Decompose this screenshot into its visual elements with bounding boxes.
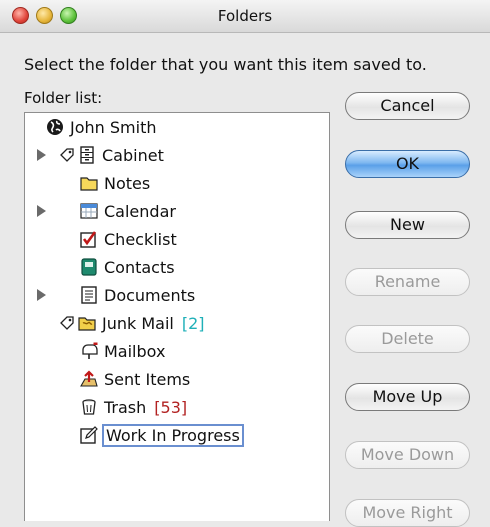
- junk-folder-icon: [78, 314, 96, 332]
- folder-item-notes[interactable]: Notes: [80, 169, 150, 197]
- folder-label: Checklist: [104, 229, 177, 249]
- cabinet-icon: [78, 146, 96, 164]
- folder-label: Sent Items: [104, 369, 191, 389]
- folder-item-calendar[interactable]: Calendar: [80, 197, 176, 225]
- folder-label: Cabinet: [102, 145, 164, 165]
- calendar-icon: [80, 202, 98, 220]
- work-in-progress-icon: [80, 426, 98, 444]
- folder-item-john-smith[interactable]: John Smith: [46, 113, 156, 141]
- folder-list[interactable]: John Smith Cabinet Notes Calendar Checkl…: [24, 112, 330, 521]
- folder-item-sent-items[interactable]: Sent Items: [80, 365, 190, 393]
- move-right-button[interactable]: Move Right: [345, 499, 470, 527]
- folder-label: Notes: [104, 173, 151, 193]
- globe-icon: [46, 118, 64, 136]
- folder-item-junk-mail[interactable]: Junk Mail [2]: [58, 309, 205, 337]
- disclosure-triangle-icon[interactable]: [37, 149, 46, 161]
- delete-button[interactable]: Delete: [345, 325, 470, 353]
- contacts-icon: [80, 258, 98, 276]
- instruction-text: Select the folder that you want this ite…: [24, 55, 427, 74]
- folder-item-work-in-progress[interactable]: Work In Progress: [80, 421, 244, 449]
- documents-icon: [80, 286, 98, 304]
- window-title: Folders: [217, 7, 273, 25]
- unread-count-badge: [2]: [181, 313, 205, 333]
- folder-label: Junk Mail: [102, 313, 174, 333]
- folder-list-label: Folder list:: [24, 89, 103, 107]
- folder-item-trash[interactable]: Trash [53]: [80, 393, 187, 421]
- folder-icon: [80, 174, 98, 192]
- sync-tag-icon: [58, 146, 74, 164]
- folder-item-checklist[interactable]: Checklist: [80, 225, 177, 253]
- sync-tag-icon: [58, 314, 74, 332]
- new-folder-button[interactable]: New: [345, 211, 470, 239]
- folder-label: Calendar: [104, 201, 176, 221]
- folder-item-mailbox[interactable]: Mailbox: [80, 337, 165, 365]
- unread-count-badge: [53]: [154, 397, 188, 417]
- folder-item-contacts[interactable]: Contacts: [80, 253, 175, 281]
- sent-items-icon: [80, 370, 98, 388]
- checklist-icon: [80, 230, 98, 248]
- folder-label: Trash: [104, 397, 147, 417]
- folder-label: Contacts: [104, 257, 175, 277]
- rename-button[interactable]: Rename: [345, 268, 470, 296]
- trash-icon: [80, 398, 98, 416]
- ok-button[interactable]: OK: [345, 150, 470, 178]
- folder-item-cabinet[interactable]: Cabinet: [58, 141, 164, 169]
- disclosure-triangle-icon[interactable]: [37, 289, 46, 301]
- folder-label: Mailbox: [104, 341, 166, 361]
- folder-item-documents[interactable]: Documents: [80, 281, 195, 309]
- folder-label-selected: Work In Progress: [102, 423, 244, 447]
- disclosure-triangle-icon[interactable]: [37, 205, 46, 217]
- title-bar: Folders: [0, 0, 490, 33]
- move-down-button[interactable]: Move Down: [345, 441, 470, 469]
- folder-label: John Smith: [70, 117, 157, 137]
- folder-label: Documents: [104, 285, 196, 305]
- move-up-button[interactable]: Move Up: [345, 383, 470, 411]
- cancel-button[interactable]: Cancel: [345, 92, 470, 120]
- mailbox-icon: [80, 342, 98, 360]
